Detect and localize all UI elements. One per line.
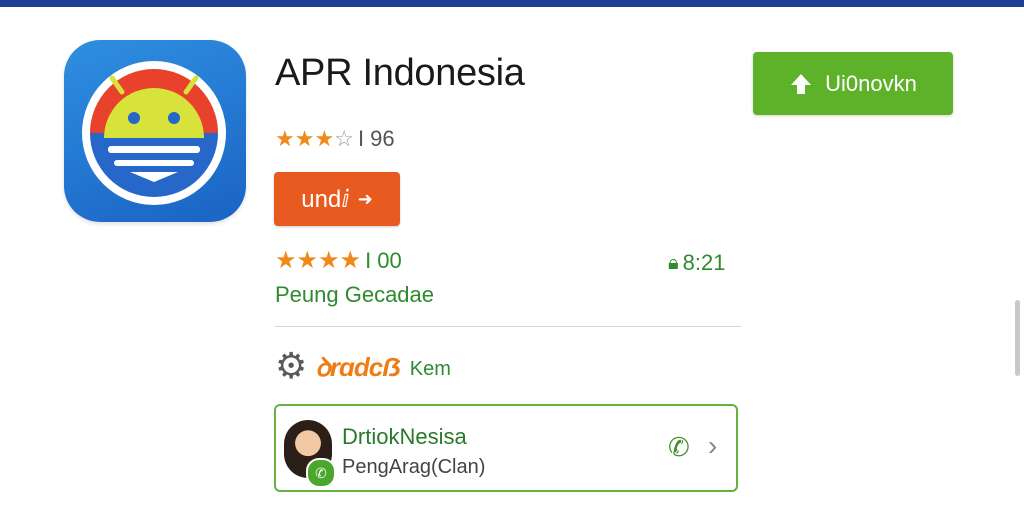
- app-title: APR Indonesia: [275, 52, 525, 94]
- rating-primary: ★ ★ ★ ☆ I 96: [275, 126, 395, 152]
- rating-count: I 96: [357, 126, 395, 151]
- gear-icon: ⚙: [275, 345, 308, 386]
- whatsapp-badge-icon: ✆: [306, 458, 336, 488]
- contact-card[interactable]: ✆ DrtiokNesisa PengArag(Clan) ✆ ›: [274, 404, 738, 492]
- download-button-label: Ui0novkn: [825, 70, 917, 96]
- install-button[interactable]: undⅈ ➜: [274, 172, 400, 226]
- developer-link[interactable]: Peung Gecadae: [275, 282, 434, 308]
- star-icon: ★: [339, 247, 362, 274]
- settings-label: ꝺrɑdcẞ: [315, 352, 401, 382]
- star-icon: ★: [275, 126, 295, 151]
- app-icon: [64, 40, 246, 222]
- time-value: 8:21: [682, 250, 726, 275]
- avatar: ✆: [284, 420, 336, 488]
- install-button-label: undⅈ: [301, 185, 350, 213]
- star-icon: ★: [318, 247, 340, 274]
- divider: [275, 326, 741, 327]
- star-icon: ★: [275, 247, 297, 274]
- settings-row[interactable]: ⚙ ꝺrɑdcẞ Kem: [275, 348, 451, 384]
- star-rating: ★ ★ ★ ★: [275, 249, 361, 273]
- star-icon: ★: [294, 126, 315, 151]
- scrollbar[interactable]: [1015, 300, 1020, 376]
- phone-icon[interactable]: ✆: [668, 432, 690, 463]
- lock-icon: 🔒︎: [668, 251, 679, 274]
- chevron-right-icon[interactable]: ›: [708, 430, 717, 462]
- download-button[interactable]: Ui0novkn: [753, 52, 953, 115]
- arrow-right-icon: ➜: [357, 188, 373, 209]
- star-icon: ★: [296, 247, 319, 274]
- settings-suffix: Kem: [409, 357, 451, 380]
- rating-count: I 00: [365, 248, 402, 273]
- time-info: 🔒︎ 8:21: [668, 250, 725, 276]
- top-app-bar: [0, 0, 1024, 7]
- star-outline-icon: ☆: [334, 126, 354, 151]
- rating-secondary: ★ ★ ★ ★ I 00: [275, 248, 402, 274]
- contact-name: DrtiokNesisa: [342, 424, 467, 449]
- star-icon: ★: [314, 126, 335, 151]
- upload-arrow-icon: [791, 73, 812, 94]
- star-rating: ★ ★ ★ ☆: [275, 128, 354, 150]
- contact-subtitle: PengArag(Clan): [342, 456, 486, 478]
- android-robot-icon: [82, 61, 226, 205]
